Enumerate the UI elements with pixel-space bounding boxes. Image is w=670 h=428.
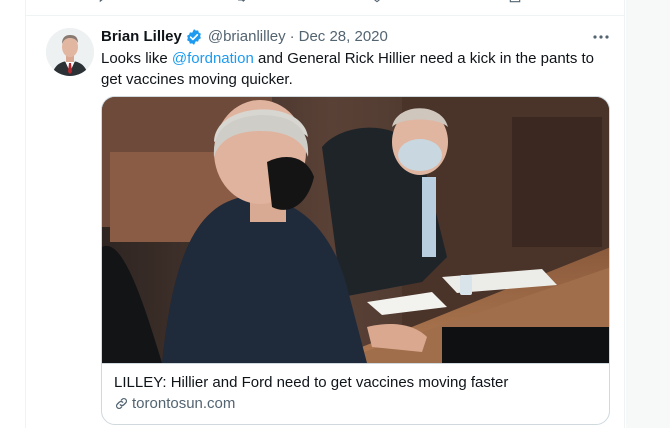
header-separator: ·: [289, 28, 295, 45]
card-divider: [102, 363, 609, 364]
link-icon: [116, 398, 127, 409]
previous-tweet-action-bar: [26, 0, 626, 4]
tweet-text-before: Looks like: [101, 50, 172, 67]
more-options-icon: [593, 35, 609, 39]
like-icon: [374, 0, 380, 3]
share-action[interactable]: [508, 0, 522, 4]
link-preview-card[interactable]: LILLEY: Hillier and Ford need to get vac…: [101, 96, 610, 425]
avatar-photo: [46, 28, 94, 76]
author-display-name[interactable]: Brian Lilley: [101, 28, 182, 46]
card-image: [102, 97, 609, 363]
author-handle[interactable]: @brianlilley: [208, 28, 286, 46]
card-domain-text: torontosun.com: [132, 395, 236, 412]
avatar[interactable]: [46, 28, 94, 76]
share-icon: [509, 0, 521, 3]
reply-icon: [99, 0, 103, 3]
page-gutter: [626, 0, 670, 428]
tweet-divider: [26, 15, 624, 16]
retweet-action[interactable]: [234, 0, 248, 4]
tweet-header: Brian Lilley @brianlilley · Dec 28, 2020: [101, 28, 388, 46]
retweet-icon: [238, 0, 246, 2]
card-title[interactable]: LILLEY: Hillier and Ford need to get vac…: [114, 374, 508, 391]
timeline-column: Brian Lilley @brianlilley · Dec 28, 2020…: [25, 0, 625, 428]
reply-action[interactable]: [98, 0, 112, 4]
tweet-text: Looks like @fordnation and General Rick …: [101, 48, 611, 90]
tweet-timestamp[interactable]: Dec 28, 2020: [299, 28, 388, 46]
like-action[interactable]: [370, 0, 384, 4]
verified-badge-icon: [186, 29, 201, 45]
mention-link[interactable]: @fordnation: [172, 50, 254, 67]
card-domain[interactable]: torontosun.com: [114, 395, 235, 412]
more-options-button[interactable]: [591, 30, 611, 44]
